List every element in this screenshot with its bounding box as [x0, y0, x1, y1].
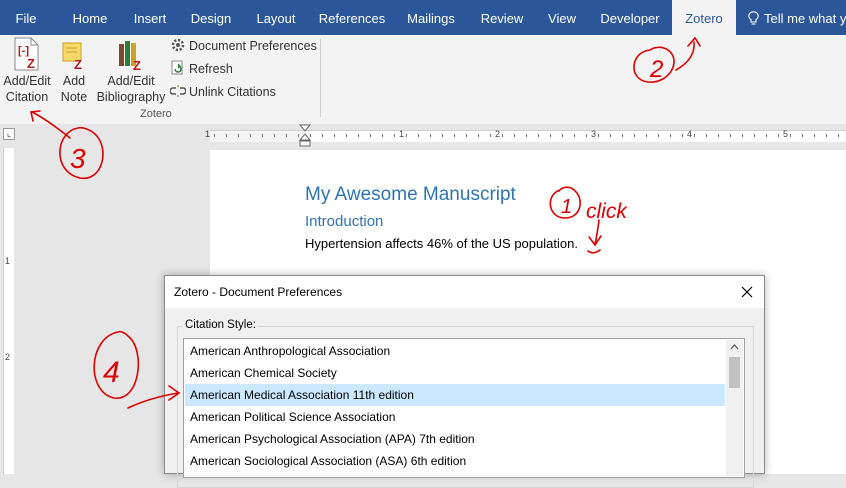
tab-references[interactable]: References	[312, 0, 392, 35]
tell-me-search[interactable]: Tell me what yo	[748, 0, 846, 35]
document-title[interactable]: My Awesome Manuscript	[305, 184, 516, 206]
style-list-item-selected[interactable]: American Medical Association 11th editio…	[185, 384, 725, 406]
scroll-up-arrow-icon[interactable]	[730, 344, 739, 350]
unlink-citations-button[interactable]: Unlink Citations	[169, 82, 276, 102]
document-preferences-dialog: Zotero - Document Preferences Citation S…	[164, 275, 765, 488]
add-edit-citation-button[interactable]: [-] Z Add/Edit Citation	[2, 37, 52, 105]
add-edit-bibliography-button[interactable]: Z Add/Edit Bibliography	[96, 37, 166, 105]
horizontal-ruler[interactable]: ⌞ 1 1 2 3 4 5	[0, 124, 846, 148]
broken-link-icon	[169, 85, 187, 97]
list-scrollbar[interactable]	[726, 340, 743, 476]
tell-me-label: Tell me what yo	[764, 11, 846, 26]
group-separator	[320, 39, 321, 117]
bibliography-icon: Z	[119, 41, 141, 71]
zotero-ribbon: [-] Z Add/Edit Citation Z Add Note Z Add…	[0, 35, 846, 125]
document-preferences-button[interactable]: Document Preferences	[170, 36, 317, 56]
ruler-ticks	[214, 134, 842, 137]
style-list-item[interactable]: American Chemical Society	[185, 362, 725, 384]
tab-view[interactable]: View	[540, 0, 584, 35]
refresh-icon	[171, 60, 183, 75]
ruler-number: 1	[205, 129, 211, 139]
vruler-number: 2	[5, 352, 11, 362]
tab-insert[interactable]: Insert	[124, 0, 176, 35]
ribbon-tab-bar: File Home Insert Design Layout Reference…	[0, 0, 846, 35]
tab-layout[interactable]: Layout	[246, 0, 306, 35]
add-note-label-1: Add	[62, 74, 86, 88]
dialog-title: Zotero - Document Preferences	[174, 285, 343, 299]
add-edit-citation-label-1: Add/Edit	[3, 74, 51, 88]
tab-developer[interactable]: Developer	[594, 0, 666, 35]
unlink-citations-label: Unlink Citations	[189, 85, 276, 99]
add-edit-bibliography-label-1: Add/Edit	[107, 74, 155, 88]
tab-design[interactable]: Design	[182, 0, 240, 35]
annotation-number: 4	[103, 356, 120, 389]
tab-zotero[interactable]: Zotero	[672, 0, 736, 35]
vruler-number: 1	[5, 256, 11, 266]
close-icon[interactable]	[738, 283, 756, 301]
dialog-titlebar[interactable]: Zotero - Document Preferences	[165, 276, 764, 308]
lightbulb-icon	[748, 11, 759, 25]
scrollbar-thumb[interactable]	[729, 357, 740, 388]
vertical-ruler[interactable]: 1 2	[0, 148, 16, 474]
svg-text:Z: Z	[133, 58, 141, 71]
tab-home[interactable]: Home	[62, 0, 118, 35]
tab-selector[interactable]: ⌞	[3, 128, 15, 140]
zotero-group-label: Zotero	[140, 108, 172, 120]
document-preferences-label: Document Preferences	[189, 39, 317, 53]
svg-text:Z: Z	[27, 56, 35, 71]
style-list-item[interactable]: American Psychological Association (APA)…	[185, 428, 725, 450]
add-edit-citation-label-2: Citation	[5, 90, 49, 104]
refresh-button[interactable]: Refresh	[170, 59, 233, 79]
citation-style-label: Citation Style:	[183, 319, 258, 331]
citation-style-list[interactable]: American Anthropological Association Ame…	[183, 338, 745, 478]
note-icon: Z	[62, 42, 82, 71]
style-list-item[interactable]: American Anthropological Association	[185, 340, 725, 362]
tab-file[interactable]: File	[0, 0, 52, 35]
style-list-item[interactable]: American Sociological Association (ASA) …	[185, 450, 725, 472]
add-note-button[interactable]: Z Add Note	[56, 37, 92, 105]
tab-review[interactable]: Review	[474, 0, 530, 35]
add-edit-bibliography-label-2: Bibliography	[96, 90, 166, 104]
tab-mailings[interactable]: Mailings	[398, 0, 464, 35]
svg-text:Z: Z	[74, 57, 82, 71]
document-body-text[interactable]: Hypertension affects 46% of the US popul…	[305, 236, 578, 251]
document-heading[interactable]: Introduction	[305, 213, 383, 230]
refresh-label: Refresh	[189, 62, 233, 76]
vruler-track	[3, 148, 14, 474]
style-list-item[interactable]: American Political Science Association	[185, 406, 725, 428]
citation-icon: [-] Z	[14, 37, 39, 71]
add-note-label-2: Note	[60, 90, 88, 104]
gear-icon	[171, 38, 185, 52]
annotation-circle-4	[93, 330, 140, 399]
